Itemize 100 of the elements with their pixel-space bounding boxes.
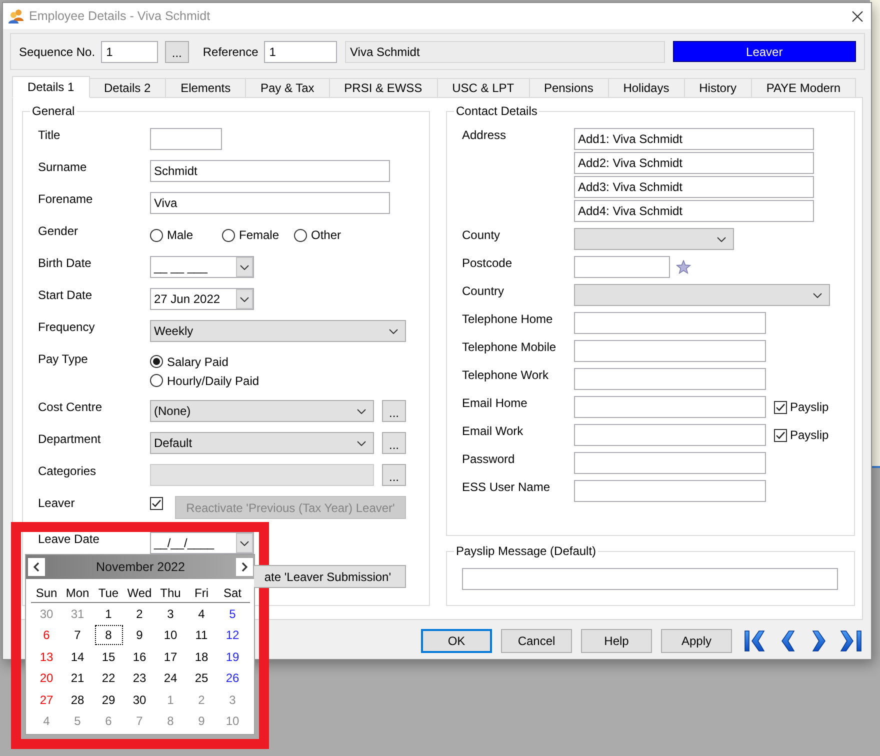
dialog-button[interactable]: Help [581,629,652,653]
calendar-day[interactable]: 20 [32,668,60,688]
radio-button[interactable] [150,228,163,242]
dropdown-button[interactable] [236,533,253,553]
text-field[interactable]: Schmidt [150,160,390,182]
dialog-button[interactable]: OK [421,629,492,653]
more-button[interactable]: ... [164,40,189,62]
previous-month-button[interactable] [28,558,45,576]
calendar-day[interactable]: 4 [188,604,216,624]
dropdown[interactable]: Default [150,432,374,454]
calendar-day[interactable]: 23 [126,668,154,688]
text-field[interactable] [574,424,766,446]
address-field[interactable]: Add4: Viva Schmidt [574,200,814,222]
calendar-day[interactable]: 11 [188,625,216,646]
calendar-day[interactable]: 3 [156,604,184,624]
radio-label[interactable]: Other [311,228,342,242]
dialog-button[interactable]: Cancel [501,629,572,653]
checkbox[interactable] [150,497,163,510]
message-field[interactable] [462,568,838,590]
tab[interactable]: Holidays [608,78,685,97]
weekday-label: Mon [66,586,90,600]
tab[interactable]: Details 1 [12,76,90,98]
radio-label[interactable]: Salary Paid [167,354,228,368]
text-field[interactable] [574,452,766,474]
checkbox-label[interactable]: Payslip [790,428,829,442]
text-field[interactable] [150,128,222,150]
calendar-day[interactable]: 15 [94,646,122,667]
weekday-label: Fri [194,586,208,600]
calendar-day[interactable]: 5 [218,604,246,624]
radio-label[interactable]: Male [167,228,194,242]
radio-button[interactable] [150,374,163,387]
checkbox[interactable] [774,428,787,442]
radio-button[interactable] [150,355,163,368]
calendar-day[interactable]: 24 [156,668,184,688]
address-field[interactable]: Add2: Viva Schmidt [574,152,814,174]
tab[interactable]: PAYE Modern [750,78,856,97]
address-field[interactable]: Add1: Viva Schmidt [574,128,814,150]
calendar-day[interactable]: 1 [94,604,122,624]
chevron-right-icon[interactable] [811,630,827,652]
calendar-day[interactable]: 22 [94,668,122,688]
more-button[interactable]: ... [382,432,406,454]
submit-button[interactable]: ate 'Leaver Submission' [254,565,406,588]
calendar-day[interactable]: 26 [218,668,246,688]
text-field[interactable] [574,368,766,390]
date-field[interactable]: 27 Jun 2022 [150,288,254,310]
calendar-day[interactable]: 28 [64,690,92,710]
calendar-day[interactable]: 10 [156,625,184,646]
text-field[interactable] [574,340,766,362]
calendar-day[interactable]: 12 [218,625,246,646]
calendar-day[interactable]: 18 [188,646,216,667]
calendar-day[interactable]: 8 [94,625,122,646]
text-field[interactable] [574,480,766,502]
date-field[interactable]: __ __ ___ [150,256,254,278]
chevron-left-icon [33,562,40,572]
skip-start-icon[interactable] [744,630,766,652]
calendar-day[interactable]: 25 [188,668,216,688]
calendar-day[interactable]: 21 [64,668,92,688]
calendar-day[interactable]: 14 [64,646,92,667]
calendar-day[interactable]: 19 [218,646,246,667]
checkbox-label[interactable]: Payslip [790,400,829,414]
field-label: Frequency [38,320,95,334]
dropdown-button[interactable] [236,257,253,277]
field-label: Department [38,432,101,446]
text-field[interactable] [574,256,670,278]
text-field[interactable] [574,312,766,334]
calendar-day[interactable]: 27 [32,690,60,710]
dropdown[interactable]: (None) [150,400,374,422]
radio-button[interactable] [222,228,235,242]
text-field[interactable]: 1 [264,40,337,62]
calendar-day[interactable]: 16 [126,646,154,667]
calendar-day[interactable]: 13 [32,646,60,667]
text-field[interactable] [574,396,766,418]
calendar-day[interactable]: 7 [64,625,92,646]
chevron-left-icon[interactable] [779,630,796,652]
radio-label[interactable]: Hourly/Daily Paid [167,374,260,388]
dropdown[interactable]: Weekly [150,320,406,342]
name-field: Viva Schmidt [345,40,665,62]
close-icon[interactable] [852,10,863,22]
radio-button[interactable] [294,228,307,242]
checkbox[interactable] [774,400,787,414]
calendar-day[interactable]: 17 [156,646,184,667]
more-button[interactable]: ... [382,400,406,422]
calendar-day[interactable]: 2 [126,604,154,624]
calendar-day[interactable]: 29 [94,690,122,710]
date-field[interactable]: __/__/____ [150,532,254,554]
skip-end-icon[interactable] [840,630,862,652]
address-field[interactable]: Add3: Viva Schmidt [574,176,814,198]
tab[interactable]: Pay & Tax [245,78,330,97]
text-field[interactable]: Viva [150,192,390,214]
calendar-day[interactable]: 6 [32,625,60,646]
dropdown-button[interactable] [236,289,253,309]
calendar-day[interactable]: 9 [126,625,154,646]
tab[interactable]: History [684,78,752,97]
people-icon [8,8,24,24]
calendar-day[interactable]: 30 [126,690,154,710]
text-field[interactable]: 1 [101,40,158,62]
star-icon[interactable] [676,260,691,274]
dialog-button[interactable]: Apply [661,629,732,653]
next-month-button[interactable] [236,558,253,576]
radio-label[interactable]: Female [239,228,280,242]
